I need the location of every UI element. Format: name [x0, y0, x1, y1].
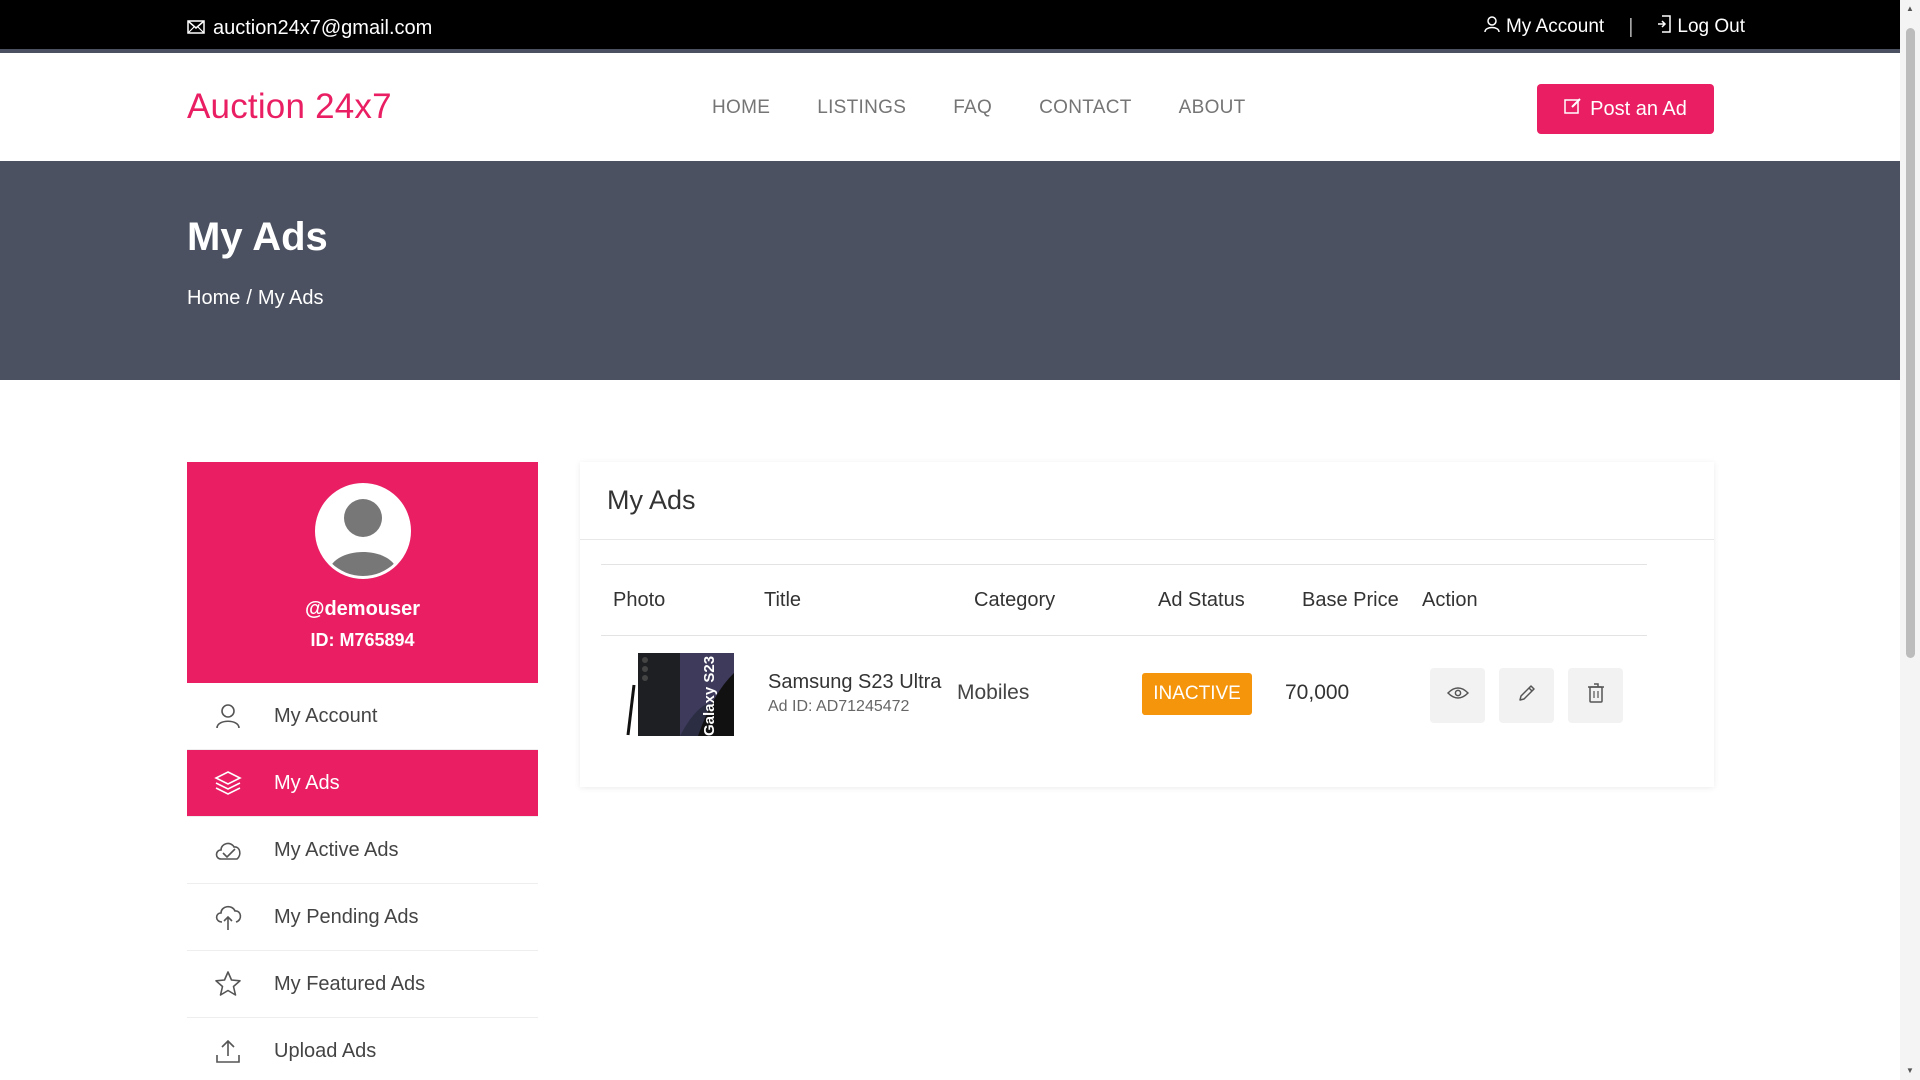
my-account-link[interactable]: My Account	[1484, 15, 1605, 39]
top-bar: auction24x7@gmail.com My Account | Log O…	[0, 0, 1900, 53]
post-an-ad-button[interactable]: Post an Ad	[1537, 84, 1714, 134]
sidebar-item-label: Upload Ads	[274, 1039, 377, 1062]
nav-about[interactable]: ABOUT	[1179, 97, 1246, 119]
star-icon	[212, 968, 244, 1000]
layers-icon	[212, 767, 244, 799]
contact-email[interactable]: auction24x7@gmail.com	[187, 17, 432, 40]
page-banner: My Ads Home / My Ads	[0, 161, 1900, 380]
cloud-check-icon	[212, 834, 244, 866]
profile-card: @demouser ID: M765894	[187, 462, 538, 683]
delete-ad-button[interactable]	[1568, 668, 1623, 723]
sidebar-item-label: My Featured Ads	[274, 972, 426, 995]
column-header-title: Title	[764, 589, 802, 611]
column-header-ad-status: Ad Status	[1158, 589, 1245, 611]
view-ad-button[interactable]	[1430, 668, 1485, 723]
sidebar-item-my-active-ads[interactable]: My Active Ads	[187, 817, 538, 884]
avatar[interactable]	[315, 483, 411, 579]
ad-base-price: 70,000	[1285, 681, 1350, 704]
main-nav: HOME LISTINGS FAQ CONTACT ABOUT	[712, 97, 1246, 119]
sidebar-item-label: My Ads	[274, 771, 340, 794]
my-ads-card: My Ads Photo Title Category Ad Status Ba…	[580, 462, 1714, 787]
column-header-base-price: Base Price	[1302, 589, 1399, 611]
sidebar-item-upload-ads[interactable]: Upload Ads	[187, 1018, 538, 1080]
avatar-placeholder-icon	[318, 486, 408, 576]
nav-faq[interactable]: FAQ	[953, 97, 992, 119]
breadcrumb-home[interactable]: Home	[187, 287, 240, 310]
upload-icon	[212, 1035, 244, 1067]
log-out-link[interactable]: Log Out	[1657, 15, 1745, 39]
sidebar-item-label: My Active Ads	[274, 838, 399, 861]
my-account-label: My Account	[1505, 16, 1605, 37]
post-an-ad-label: Post an Ad	[1590, 97, 1687, 120]
card-divider	[580, 539, 1714, 540]
table-header: Photo Title Category Ad Status Base Pric…	[601, 564, 1647, 636]
breadcrumb: Home / My Ads	[187, 287, 324, 310]
profile-user-id: ID: M765894	[310, 630, 415, 650]
breadcrumb-current: My Ads	[257, 287, 324, 309]
scrollbar-thumb[interactable]	[1906, 28, 1915, 658]
breadcrumb-separator: /	[246, 287, 252, 309]
trash-icon	[1587, 683, 1605, 708]
sidebar-item-my-account[interactable]: My Account	[187, 683, 538, 750]
user-icon	[1484, 15, 1500, 39]
cloud-upload-icon	[212, 901, 244, 933]
account-sidebar: @demouser ID: M765894 My Account My Ads …	[187, 462, 538, 1080]
scroll-up-arrow-icon[interactable]: ▲	[1905, 4, 1915, 13]
contact-email-text: auction24x7@gmail.com	[213, 17, 433, 39]
ad-category: Mobiles	[957, 681, 1030, 704]
sidebar-item-my-featured-ads[interactable]: My Featured Ads	[187, 951, 538, 1018]
mail-icon	[187, 17, 205, 40]
ad-id: Ad ID: AD71245472	[768, 698, 910, 715]
page-title: My Ads	[187, 215, 328, 259]
sidebar-item-my-ads[interactable]: My Ads	[187, 750, 538, 817]
nav-contact[interactable]: CONTACT	[1039, 97, 1132, 119]
sidebar-item-label: My Account	[274, 704, 378, 727]
profile-username: @demouser	[304, 598, 421, 620]
log-out-label: Log Out	[1677, 16, 1745, 37]
ad-photo-caption: Galaxy S23 Ultra	[701, 653, 718, 736]
nav-listings[interactable]: LISTINGS	[817, 97, 906, 119]
ad-title[interactable]: Samsung S23 Ultra	[768, 671, 941, 694]
topbar-separator: |	[1628, 15, 1634, 38]
log-out-icon	[1657, 15, 1672, 39]
sidebar-item-my-pending-ads[interactable]: My Pending Ads	[187, 884, 538, 951]
edit-icon	[1564, 97, 1582, 121]
site-header: Auction 24x7 HOME LISTINGS FAQ CONTACT A…	[0, 57, 1900, 161]
status-badge: INACTIVE	[1142, 673, 1252, 715]
ads-table: Photo Title Category Ad Status Base Pric…	[601, 564, 1647, 754]
eye-icon	[1446, 686, 1469, 705]
card-title: My Ads	[607, 485, 696, 515]
column-header-photo: Photo	[613, 589, 666, 611]
pencil-icon	[1517, 683, 1537, 708]
ad-photo[interactable]: Galaxy S23 Ultra	[618, 617, 734, 736]
nav-home[interactable]: HOME	[712, 97, 770, 119]
scroll-down-arrow-icon[interactable]: ▼	[1905, 1066, 1915, 1075]
sidebar-item-label: My Pending Ads	[274, 905, 419, 928]
table-row: Galaxy S23 Ultra Samsung S23 Ultra Ad ID…	[601, 617, 1647, 754]
edit-ad-button[interactable]	[1499, 668, 1554, 723]
user-icon	[212, 700, 244, 732]
column-header-category: Category	[974, 589, 1056, 611]
site-logo[interactable]: Auction 24x7	[187, 87, 392, 127]
column-header-action: Action	[1422, 589, 1478, 611]
